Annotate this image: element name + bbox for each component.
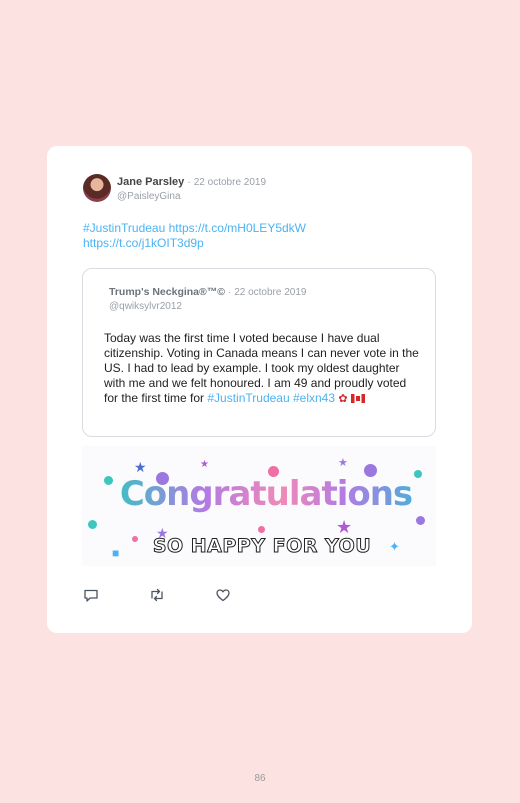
- tweet-date[interactable]: 22 octobre 2019: [194, 177, 266, 188]
- tweet-link-url[interactable]: https://t.co/j1kOIT3d9p: [83, 236, 423, 251]
- quoted-author: Trump's Neckgina®™© · 22 octobre 2019 @q…: [109, 286, 306, 313]
- heart-icon[interactable]: [215, 587, 231, 603]
- tweet-author: Jane Parsley · 22 octobre 2019 @PaisleyG…: [117, 176, 266, 203]
- quoted-tweet[interactable]: Trump's Neckgina®™© · 22 octobre 2019 @q…: [82, 268, 436, 437]
- avatar[interactable]: [83, 174, 111, 202]
- gif-subtitle: SO HAPPY FOR YOU: [152, 535, 372, 558]
- page-number: 86: [254, 773, 266, 784]
- maple-leaf-icon: ✿: [338, 393, 348, 405]
- confetti-star-icon: ■: [112, 546, 120, 560]
- quoted-author-name[interactable]: Trump's Neckgina®™©: [109, 286, 225, 298]
- date-separator: ·: [187, 177, 191, 188]
- confetti-dot: [258, 526, 265, 533]
- reply-icon[interactable]: [83, 587, 99, 603]
- congratulations-gif[interactable]: ★ ★ ★ ★ ★ ■ ✦ Congratulations SO HAPPY F…: [82, 446, 436, 566]
- quoted-hashtags[interactable]: #JustinTrudeau #elxn43: [207, 391, 335, 405]
- confetti-dot: [88, 520, 97, 529]
- confetti-star-icon: ★: [134, 459, 147, 475]
- quoted-handle[interactable]: @qwiksylvr2012: [109, 300, 306, 313]
- author-handle[interactable]: @PaisleyGina: [117, 190, 266, 203]
- tweet-card: Jane Parsley · 22 octobre 2019 @PaisleyG…: [47, 146, 472, 633]
- confetti-star-icon: ★: [338, 457, 348, 469]
- tweet-link-hashtag[interactable]: #JustinTrudeau https://t.co/mH0LEY5dkW: [83, 221, 423, 236]
- quoted-text: Today was the first time I voted because…: [104, 331, 422, 407]
- quoted-date-separator: ·: [227, 287, 232, 298]
- confetti-star-icon: ★: [336, 517, 353, 537]
- retweet-icon[interactable]: [149, 587, 165, 603]
- confetti-dot: [416, 516, 425, 525]
- confetti-star-icon: ★: [200, 459, 209, 470]
- gif-title: Congratulations: [106, 474, 426, 514]
- tweet-text: #JustinTrudeau https://t.co/mH0LEY5dkW h…: [83, 221, 423, 251]
- canada-flag-icon: [350, 394, 365, 403]
- author-name[interactable]: Jane Parsley: [117, 176, 184, 188]
- quoted-date[interactable]: 22 octobre 2019: [234, 287, 306, 298]
